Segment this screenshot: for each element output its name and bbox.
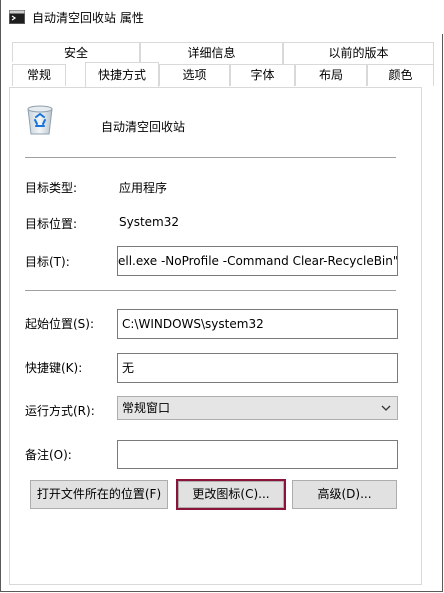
- comment-label: 备注(O):: [25, 448, 72, 462]
- window-title: 自动清空回收站 属性: [32, 11, 144, 25]
- tab-general[interactable]: 常规: [12, 64, 66, 86]
- separator-top: [25, 157, 396, 158]
- target-type-label: 目标类型:: [25, 181, 78, 195]
- separator-middle: [25, 290, 396, 291]
- target-location-label: 目标位置:: [25, 217, 78, 231]
- comment-input[interactable]: [117, 440, 398, 469]
- tab-options[interactable]: 选项: [159, 64, 230, 86]
- hotkey-label: 快捷键(K):: [25, 361, 83, 375]
- shortcut-name: 自动清空回收站: [101, 120, 186, 134]
- target-type-value: 应用程序: [119, 181, 168, 195]
- properties-window: 自动清空回收站 属性 安全 详细信息 以前的版本 常规 快捷方式 选项 字体 布…: [0, 0, 444, 592]
- tab-font[interactable]: 字体: [230, 64, 295, 86]
- target-input[interactable]: ell.exe -NoProfile -Command Clear-Recycl…: [117, 246, 398, 276]
- start-in-input[interactable]: C:\WINDOWS\system32: [117, 309, 398, 339]
- tab-previous-versions[interactable]: 以前的版本: [283, 42, 434, 64]
- open-file-location-button[interactable]: 打开文件所在的位置(F): [30, 480, 168, 509]
- run-label: 运行方式(R):: [25, 404, 95, 418]
- console-app-icon: [9, 10, 25, 24]
- tab-gap: [12, 62, 85, 64]
- tab-layout[interactable]: 布局: [295, 64, 367, 86]
- tab-colors[interactable]: 颜色: [367, 64, 434, 86]
- hotkey-input[interactable]: 无: [117, 353, 398, 383]
- tab-shortcut[interactable]: 快捷方式: [85, 62, 159, 87]
- tab-security[interactable]: 安全: [12, 42, 140, 64]
- target-location-value: System32: [119, 215, 180, 229]
- target-label: 目标(T):: [25, 255, 70, 269]
- tab-details[interactable]: 详细信息: [140, 42, 283, 64]
- advanced-button[interactable]: 高级(D)...: [292, 480, 397, 509]
- chevron-down-icon: [381, 405, 391, 411]
- title-bar[interactable]: 自动清空回收站 属性: [1, 0, 444, 34]
- run-select[interactable]: 常规窗口: [117, 396, 398, 420]
- run-select-value: 常规窗口: [122, 401, 171, 415]
- start-in-label: 起始位置(S):: [25, 317, 95, 331]
- recycle-bin-icon: [27, 105, 53, 135]
- change-icon-button[interactable]: 更改图标(C)...: [178, 481, 284, 508]
